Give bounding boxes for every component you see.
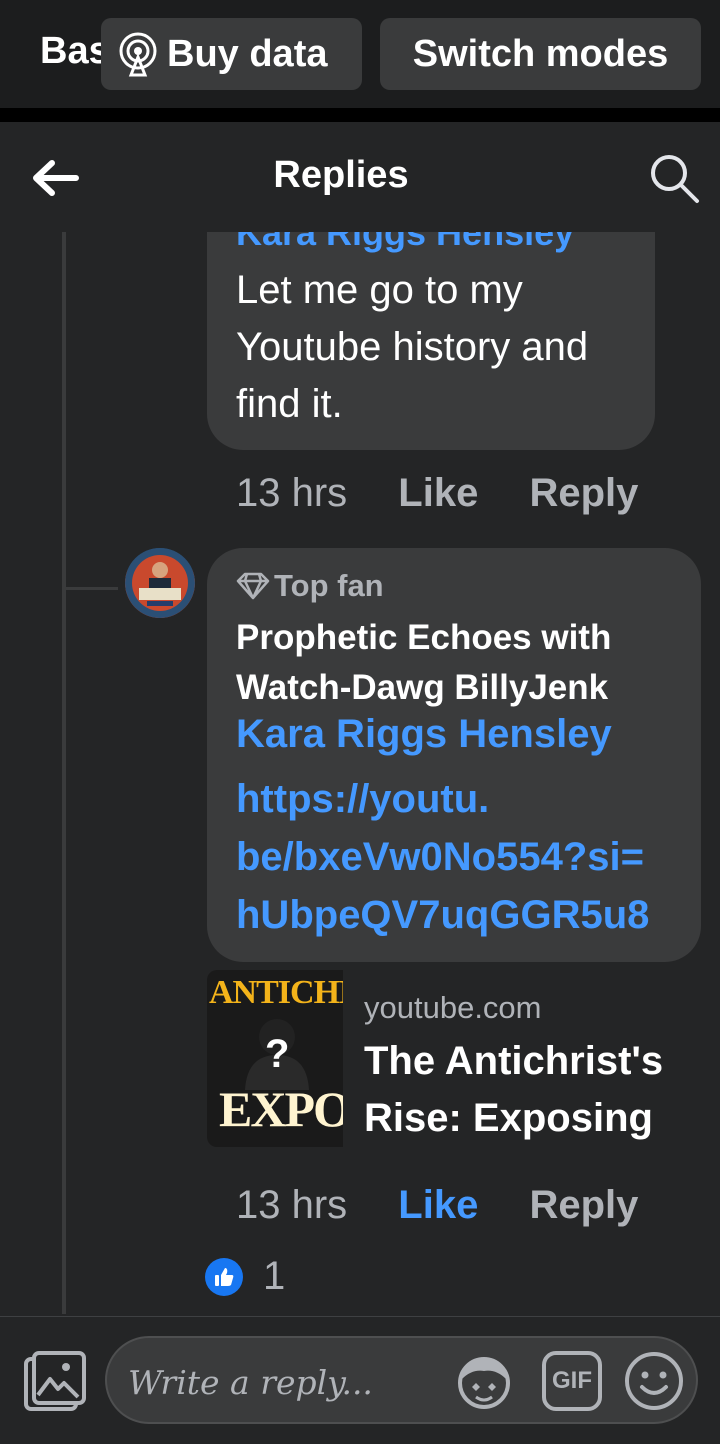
diamond-icon xyxy=(236,572,270,600)
mention-link[interactable]: Kara Riggs Hensley xyxy=(236,712,612,757)
broadcast-icon xyxy=(119,32,157,77)
like-button[interactable]: Like xyxy=(398,1183,478,1227)
link-preview-thumbnail[interactable]: ANTICHR ? EXPO xyxy=(207,970,343,1147)
url-link[interactable]: https://youtu. be/bxeVw0No554?si= hUbpeQ… xyxy=(236,770,686,944)
avatar-sticker-icon[interactable] xyxy=(452,1349,516,1413)
switch-modes-button[interactable]: Switch modes xyxy=(380,18,701,90)
divider xyxy=(0,108,720,122)
top-fan-badge: Top fan xyxy=(236,568,384,604)
reply-button[interactable]: Reply xyxy=(529,1183,638,1227)
question-mark: ? xyxy=(265,1032,290,1076)
thumbnail-title-bottom: EXPO xyxy=(219,1081,343,1137)
thumbs-up-icon xyxy=(205,1257,243,1296)
link-preview-domain: youtube.com xyxy=(364,990,542,1025)
comment-actions: 13 hrs Like Reply xyxy=(236,471,638,516)
reaction-summary[interactable]: 1 xyxy=(205,1254,285,1299)
buy-data-button[interactable]: Buy data xyxy=(101,18,362,90)
data-mode-bar: Bas Buy data Switch modes xyxy=(0,0,720,108)
comment-actions: 13 hrs Like Reply xyxy=(236,1183,638,1228)
basic-mode-label: Bas xyxy=(40,30,110,72)
reply-placeholder: Write a reply... xyxy=(128,1363,373,1402)
gif-label: GIF xyxy=(552,1367,592,1394)
reply-composer: Write a reply... GIF xyxy=(0,1316,720,1444)
gif-button[interactable]: GIF xyxy=(542,1351,602,1411)
like-button[interactable]: Like xyxy=(398,471,478,515)
avatar-image xyxy=(125,548,195,618)
reply-button[interactable]: Reply xyxy=(529,471,638,515)
buy-data-label: Buy data xyxy=(167,32,328,75)
replies-header: Replies xyxy=(0,122,720,232)
switch-modes-label: Switch modes xyxy=(412,32,669,75)
comment-author[interactable]: Prophetic Echoes with Watch-Dawg BillyJe… xyxy=(236,613,676,713)
link-preview-title[interactable]: The Antichrist's Rise: Exposing xyxy=(364,1033,704,1147)
comment-time: 13 hrs xyxy=(236,1183,348,1227)
top-fan-label: Top fan xyxy=(274,568,384,603)
reaction-count: 1 xyxy=(263,1254,286,1298)
comment-time: 13 hrs xyxy=(236,471,348,515)
photo-icon[interactable] xyxy=(22,1349,88,1415)
search-icon[interactable] xyxy=(648,152,700,204)
comment-text: Let me go to my Youtube history and find… xyxy=(236,268,589,426)
thread-branch xyxy=(66,587,118,590)
emoji-icon[interactable] xyxy=(622,1349,686,1413)
thumbnail-title-top: ANTICHR xyxy=(209,974,343,1011)
avatar[interactable] xyxy=(125,548,195,618)
page-title: Replies xyxy=(273,154,409,196)
thread-line xyxy=(62,232,66,1314)
